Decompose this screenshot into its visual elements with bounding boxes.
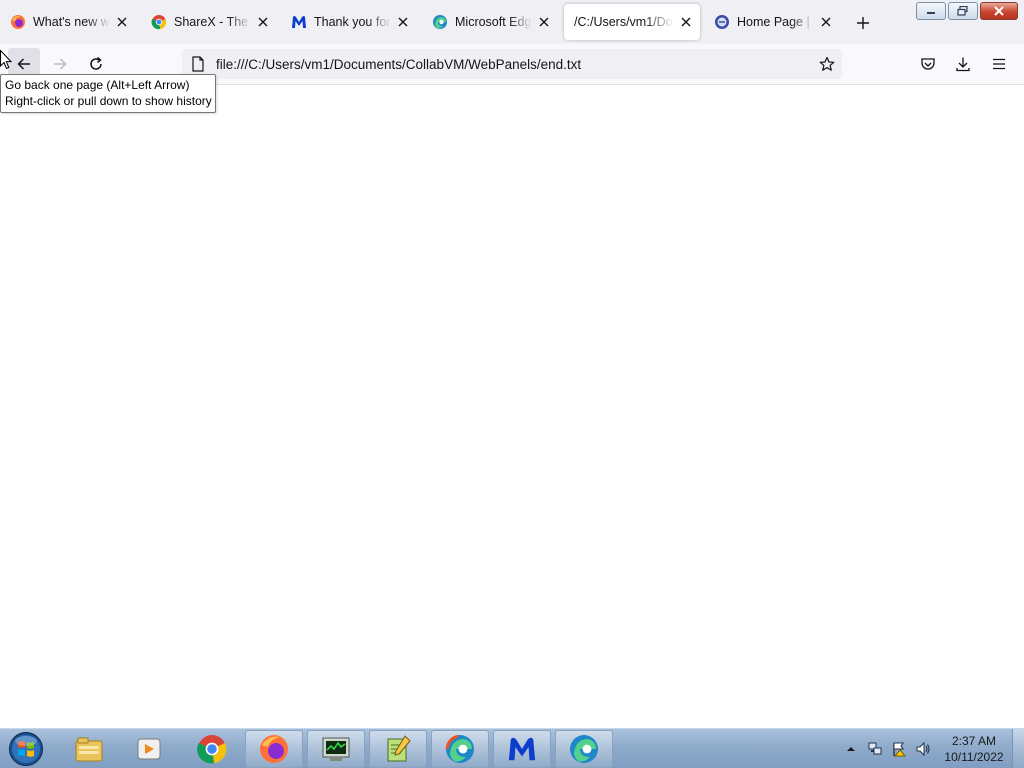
hamburger-menu-icon bbox=[993, 58, 1005, 70]
clock-time: 2:37 AM bbox=[951, 734, 997, 748]
tab-sharex[interactable]: ShareX - The be bbox=[141, 4, 277, 40]
tab-thank-you[interactable]: Thank you for d bbox=[281, 4, 417, 40]
address-bar[interactable]: file:///C:/Users/vm1/Documents/CollabVM/… bbox=[182, 49, 842, 79]
reload-icon bbox=[90, 56, 102, 70]
edge-icon bbox=[432, 14, 448, 30]
taskbar-clock[interactable]: 2:37 AM 10/11/2022 bbox=[938, 733, 1010, 765]
page-icon bbox=[190, 56, 206, 72]
back-arrow-icon bbox=[17, 58, 30, 70]
malwarebytes-icon bbox=[291, 14, 307, 30]
firefox-icon bbox=[260, 735, 288, 763]
action-center-flag-icon[interactable] bbox=[890, 740, 908, 758]
notepad-icon bbox=[387, 735, 411, 762]
windows-start-orb-icon bbox=[9, 732, 43, 766]
bookmark-star-button[interactable] bbox=[818, 55, 836, 73]
task-manager-icon bbox=[322, 737, 350, 761]
chrome-icon bbox=[197, 735, 227, 764]
edge-icon bbox=[570, 735, 598, 763]
close-tab-icon[interactable] bbox=[536, 14, 552, 30]
menu-button[interactable] bbox=[983, 48, 1015, 80]
show-desktop-button[interactable] bbox=[1012, 729, 1024, 768]
taskbar: 2:37 AM 10/11/2022 bbox=[0, 728, 1024, 768]
clock-date: 10/11/2022 bbox=[944, 750, 1004, 764]
edge-chromium-icon bbox=[445, 734, 474, 763]
taskbar-notepad[interactable] bbox=[369, 730, 427, 768]
downloads-button[interactable] bbox=[947, 48, 979, 80]
new-tab-button[interactable] bbox=[852, 12, 874, 34]
taskbar-task-manager[interactable] bbox=[307, 730, 365, 768]
plus-icon bbox=[857, 17, 869, 29]
page-content bbox=[0, 85, 1024, 728]
forward-arrow-icon bbox=[54, 58, 67, 70]
tab-title: What's new with bbox=[33, 15, 110, 29]
mouse-cursor-icon bbox=[0, 50, 12, 70]
restore-icon bbox=[957, 6, 968, 16]
tab-title: Microsoft Edge bbox=[455, 15, 532, 29]
close-icon bbox=[994, 6, 1004, 16]
start-button[interactable] bbox=[6, 730, 46, 768]
tab-home-page[interactable]: Home Page | Se bbox=[704, 4, 840, 40]
pocket-icon bbox=[921, 58, 935, 70]
window-controls bbox=[916, 2, 1018, 20]
download-icon bbox=[956, 57, 970, 72]
system-tray bbox=[842, 729, 932, 768]
tab-title: Home Page | Se bbox=[737, 15, 814, 29]
tab-end-txt[interactable]: /C:/Users/vm1/Doc bbox=[564, 4, 700, 40]
media-player-icon bbox=[137, 738, 161, 760]
chrome-icon bbox=[151, 14, 167, 30]
taskbar-malwarebytes[interactable] bbox=[493, 730, 551, 768]
close-tab-icon[interactable] bbox=[114, 14, 130, 30]
tab-whats-new[interactable]: What's new with bbox=[0, 4, 136, 40]
taskbar-media-player[interactable] bbox=[120, 730, 178, 768]
tab-strip: What's new with ShareX - The be Thank yo… bbox=[0, 0, 1024, 44]
tooltip-line: Right-click or pull down to show history bbox=[5, 94, 212, 108]
taskbar-explorer[interactable] bbox=[60, 730, 118, 768]
close-tab-icon[interactable] bbox=[678, 14, 694, 30]
close-tab-icon[interactable] bbox=[255, 14, 271, 30]
network-icon[interactable] bbox=[866, 740, 884, 758]
chevron-up-icon bbox=[847, 747, 855, 751]
close-tab-icon[interactable] bbox=[395, 14, 411, 30]
site-icon bbox=[714, 14, 730, 30]
taskbar-edge[interactable] bbox=[555, 730, 613, 768]
tab-title: Thank you for d bbox=[314, 15, 391, 29]
taskbar-edge-chromium[interactable] bbox=[431, 730, 489, 768]
minimize-button[interactable] bbox=[916, 2, 946, 20]
explorer-icon bbox=[75, 737, 103, 762]
taskbar-chrome[interactable] bbox=[183, 730, 241, 768]
pocket-button[interactable] bbox=[912, 48, 944, 80]
tab-title: /C:/Users/vm1/Doc bbox=[574, 15, 674, 29]
taskbar-firefox[interactable] bbox=[245, 730, 303, 768]
star-icon bbox=[819, 56, 835, 71]
malwarebytes-icon bbox=[508, 737, 536, 761]
volume-icon[interactable] bbox=[914, 740, 932, 758]
close-window-button[interactable] bbox=[980, 2, 1018, 20]
close-tab-icon[interactable] bbox=[818, 14, 834, 30]
back-button-tooltip: Go back one page (Alt+Left Arrow) Right-… bbox=[0, 74, 216, 113]
url-text: file:///C:/Users/vm1/Documents/CollabVM/… bbox=[216, 56, 582, 72]
restore-button[interactable] bbox=[948, 2, 978, 20]
show-hidden-icons-button[interactable] bbox=[842, 740, 860, 758]
firefox-icon bbox=[10, 14, 26, 30]
tab-microsoft-edge[interactable]: Microsoft Edge bbox=[422, 4, 558, 40]
tooltip-line: Go back one page (Alt+Left Arrow) bbox=[5, 78, 190, 92]
minimize-icon bbox=[927, 12, 935, 14]
tab-title: ShareX - The be bbox=[174, 15, 251, 29]
